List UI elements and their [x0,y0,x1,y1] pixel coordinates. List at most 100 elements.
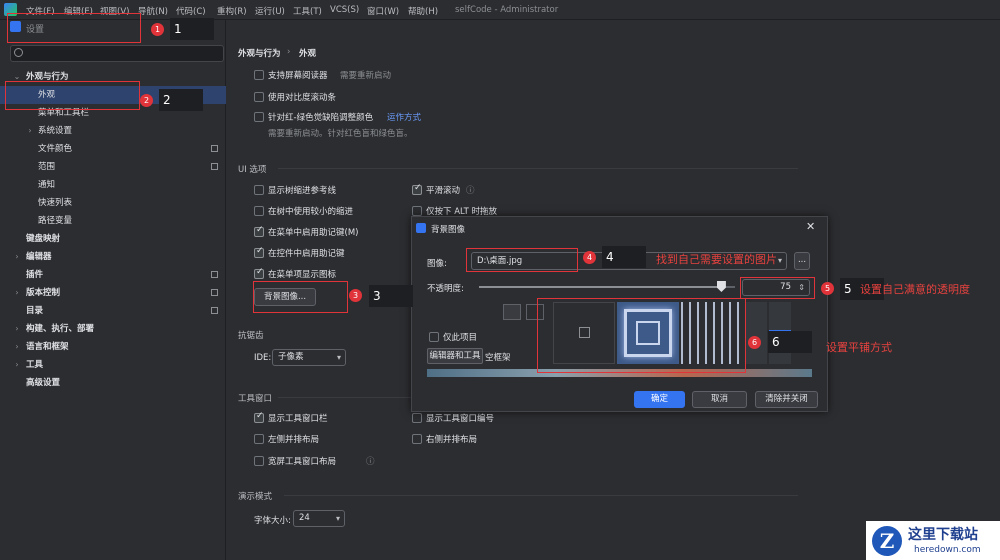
this-project-only-checkbox[interactable] [429,332,439,342]
tool-window-numbers-label: 显示工具窗口编号 [426,414,495,424]
sidebar-item-version-control[interactable]: › 版本控制 [0,284,226,302]
control-mnemonics-checkbox[interactable] [254,246,264,258]
project-level-icon [211,307,218,314]
sidebar-item-file-colors[interactable]: 文件颜色 [0,140,226,158]
contrast-scrollbars-checkbox[interactable] [254,92,264,102]
alt-drag-checkbox[interactable] [412,206,422,216]
breadcrumb-parent[interactable]: 外观与行为 [238,47,281,59]
tool-window-numbers-checkbox[interactable] [412,413,422,423]
sidebar-item-editor[interactable]: › 编辑器 [0,248,226,266]
smooth-scroll-checkbox[interactable] [412,183,422,195]
annotation-box-1 [7,13,141,43]
ide-antialiasing-select[interactable]: 子像素 ▾ [272,349,346,366]
opacity-label: 不透明度: [427,284,464,294]
breadcrumb-separator: › [287,47,291,57]
sidebar-item-notifications[interactable]: 通知 [0,176,226,194]
color-blind-checkbox[interactable] [254,112,264,122]
annotation-label-4: 4 [602,246,646,268]
annotation-box-5 [740,277,815,299]
menu-navigate[interactable]: 导航(N) [138,5,168,17]
menu-icons-checkbox[interactable] [254,267,264,279]
left-side-by-side-checkbox[interactable] [254,434,264,444]
menu-run[interactable]: 运行(U) [255,5,285,17]
watermark-z-icon: Z [872,526,902,556]
sidebar-item-directories[interactable]: 目录 [0,302,226,320]
clear-close-button[interactable]: 清除并关闭 [755,391,818,408]
menu-refactor[interactable]: 重构(R) [217,5,247,17]
close-icon[interactable]: ✕ [806,220,815,233]
image-label: 图像: [427,259,447,269]
browse-button[interactable]: ... [794,252,810,270]
sidebar-item-tools[interactable]: › 工具 [0,356,226,374]
menu-mnemonics-checkbox[interactable] [254,225,264,237]
menu-mnemonics-label: 在菜单中启用助记键(M) [268,228,359,238]
sidebar-item-system-settings[interactable]: › 系统设置 [0,122,226,140]
presentation-mode-heading: 演示模式 [238,492,273,502]
opacity-slider-fill [479,286,721,288]
dialog-app-icon [416,223,426,233]
menu-code[interactable]: 代码(C) [176,5,206,17]
sidebar-item-scopes[interactable]: 范围 [0,158,226,176]
annotation-badge-5: 5 [821,282,834,295]
target-tab-editor[interactable]: 编辑器和工具 [427,348,483,364]
help-icon[interactable]: ⓘ [366,455,375,467]
menu-help[interactable]: 帮助(H) [408,5,438,17]
how-it-works-link[interactable]: 运作方式 [387,111,421,123]
ok-button[interactable]: 确定 [634,391,685,408]
chevron-down-icon: ▾ [335,514,340,523]
annotation-badge-2: 2 [140,94,153,107]
annotation-badge-3: 3 [349,289,362,302]
sidebar-item-plugins[interactable]: 插件 [0,266,226,284]
menu-icons-label: 在菜单项显示图标 [268,270,337,280]
target-tab-empty-frame[interactable]: 空框架 [485,351,511,363]
smaller-indent-checkbox[interactable] [254,206,264,216]
help-icon[interactable]: ⓘ [466,184,475,196]
this-project-only-label: 仅此项目 [443,333,478,343]
tool-window-bars-label: 显示工具窗口栏 [268,414,328,424]
contrast-scrollbars-label: 使用对比度滚动条 [268,93,337,103]
menu-window[interactable]: 窗口(W) [367,5,399,17]
project-level-icon [211,145,218,152]
sidebar-item-quick-lists[interactable]: 快速列表 [0,194,226,212]
font-size-label: 字体大小: [254,516,291,526]
dialog-title: 背景图像 [431,225,466,235]
sidebar-item-path-variables[interactable]: 路径变量 [0,212,226,230]
chevron-down-icon: ▾ [336,353,341,362]
right-side-by-side-checkbox[interactable] [412,434,422,444]
tool-window-bars-checkbox[interactable] [254,411,264,423]
annotation-badge-6: 6 [748,336,761,349]
annotation-label-3: 3 [369,285,413,307]
chevron-right-icon: › [15,324,19,333]
menubar: 文件(F) 编辑(E) 视图(V) 导航(N) 代码(C) 重构(R) 运行(U… [0,0,1000,20]
project-level-icon [211,163,218,170]
tile-option-extra[interactable] [745,302,767,364]
menu-vcs[interactable]: VCS(S) [330,5,359,15]
cancel-button[interactable]: 取消 [692,391,747,408]
watermark-domain: heredown.com [914,545,981,555]
font-size-select[interactable]: 24 ▾ [293,510,345,527]
ide-label: IDE: [254,353,272,363]
color-blind-label: 针对红-绿色觉缺陷调整颜色 [268,113,374,123]
color-blind-note: 需要重新启动。针对红色盲和绿色盲。 [268,129,413,139]
antialiasing-heading: 抗锯齿 [238,331,264,341]
annotation-badge-1: 1 [151,23,164,36]
annotation-text-4: 找到自己需要设置的图片 [656,253,777,266]
indent-guides-checkbox[interactable] [254,185,264,195]
sidebar-item-keymap[interactable]: 键盘映射 [0,230,226,248]
annotation-text-5: 设置自己满意的透明度 [860,283,970,296]
widescreen-layout-checkbox[interactable] [254,456,264,466]
widescreen-layout-label: 宽屏工具窗口布局 [268,457,337,467]
sidebar-item-build-execution[interactable]: › 构建、执行、部署 [0,320,226,338]
sidebar-item-languages[interactable]: › 语言和框架 [0,338,226,356]
annotation-badge-4: 4 [583,251,596,264]
annotation-box-3 [253,281,348,313]
sidebar-item-advanced[interactable]: 高级设置 [0,374,226,392]
split-horizontal-icon[interactable] [503,304,521,320]
screen-reader-checkbox[interactable] [254,70,264,80]
settings-search-input[interactable] [10,45,224,62]
search-icon [14,48,23,57]
chevron-down-icon: ▾ [777,256,782,265]
annotation-box-4 [466,248,578,272]
restart-note: 需要重新启动 [340,71,392,81]
menu-tools[interactable]: 工具(T) [293,5,322,17]
